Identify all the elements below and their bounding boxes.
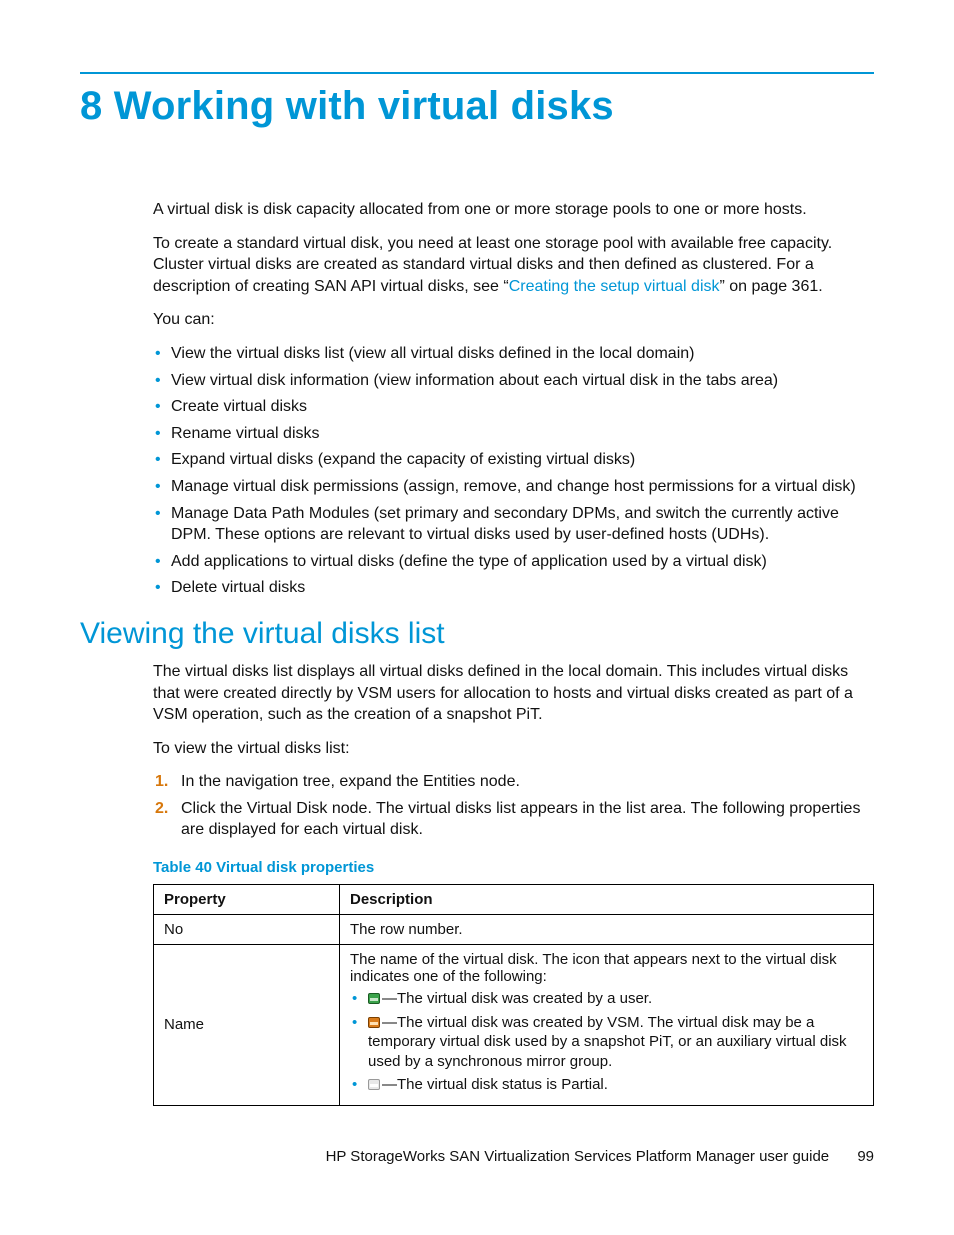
page-footer: HP StorageWorks SAN Virtualization Servi… <box>80 1148 874 1165</box>
you-can-list: View the virtual disks list (view all vi… <box>153 343 874 599</box>
step-item: Click the Virtual Disk node. The virtual… <box>181 798 874 841</box>
intro-para-1: A virtual disk is disk capacity allocate… <box>153 199 874 221</box>
list-item: Manage Data Path Modules (set primary an… <box>171 503 874 546</box>
chapter-title: Working with virtual disks <box>114 84 614 128</box>
list-item: View virtual disk information (view info… <box>171 370 874 392</box>
list-item: —The virtual disk was created by a user. <box>368 989 863 1009</box>
col-header-description: Description <box>340 885 874 915</box>
list-item: Delete virtual disks <box>171 577 874 599</box>
prop-no: No <box>154 915 340 945</box>
list-item: Add applications to virtual disks (defin… <box>171 551 874 573</box>
steps-list: In the navigation tree, expand the Entit… <box>153 771 874 841</box>
prop-name: Name <box>154 945 340 1106</box>
desc-name-lead: The name of the virtual disk. The icon t… <box>350 951 837 985</box>
disk-user-icon <box>368 990 380 1001</box>
table-row: Name The name of the virtual disk. The i… <box>154 945 874 1106</box>
table-row: No The row number. <box>154 915 874 945</box>
desc-name: The name of the virtual disk. The icon t… <box>340 945 874 1106</box>
step-item: In the navigation tree, expand the Entit… <box>181 771 874 793</box>
list-item: Manage virtual disk permissions (assign,… <box>171 476 874 498</box>
intro-para-2: To create a standard virtual disk, you n… <box>153 233 874 298</box>
virtual-disk-properties-table: Property Description No The row number. … <box>153 884 874 1106</box>
page-number: 99 <box>857 1148 874 1165</box>
chapter-number: 8 <box>80 84 102 128</box>
table-caption: Table 40 Virtual disk properties <box>153 859 874 876</box>
section-heading-viewing: Viewing the virtual disks list <box>80 617 874 651</box>
list-item: Rename virtual disks <box>171 423 874 445</box>
section1-para-1: The virtual disks list displays all virt… <box>153 661 874 726</box>
list-item: Expand virtual disks (expand the capacit… <box>171 449 874 471</box>
desc-no: The row number. <box>340 915 874 945</box>
col-header-property: Property <box>154 885 340 915</box>
disk-partial-icon <box>368 1076 380 1087</box>
footer-text: HP StorageWorks SAN Virtualization Servi… <box>326 1148 830 1165</box>
you-can-label: You can: <box>153 309 874 331</box>
list-item: View the virtual disks list (view all vi… <box>171 343 874 365</box>
top-rule <box>80 72 874 74</box>
list-item: —The virtual disk was created by VSM. Th… <box>368 1013 863 1072</box>
link-creating-setup-virtual-disk[interactable]: Creating the setup virtual disk <box>509 278 720 295</box>
list-item: Create virtual disks <box>171 396 874 418</box>
list-item: —The virtual disk status is Partial. <box>368 1075 863 1095</box>
section1-para-2: To view the virtual disks list: <box>153 738 874 760</box>
chapter-heading: 8 Working with virtual disks <box>80 84 874 129</box>
disk-vsm-icon <box>368 1014 380 1025</box>
